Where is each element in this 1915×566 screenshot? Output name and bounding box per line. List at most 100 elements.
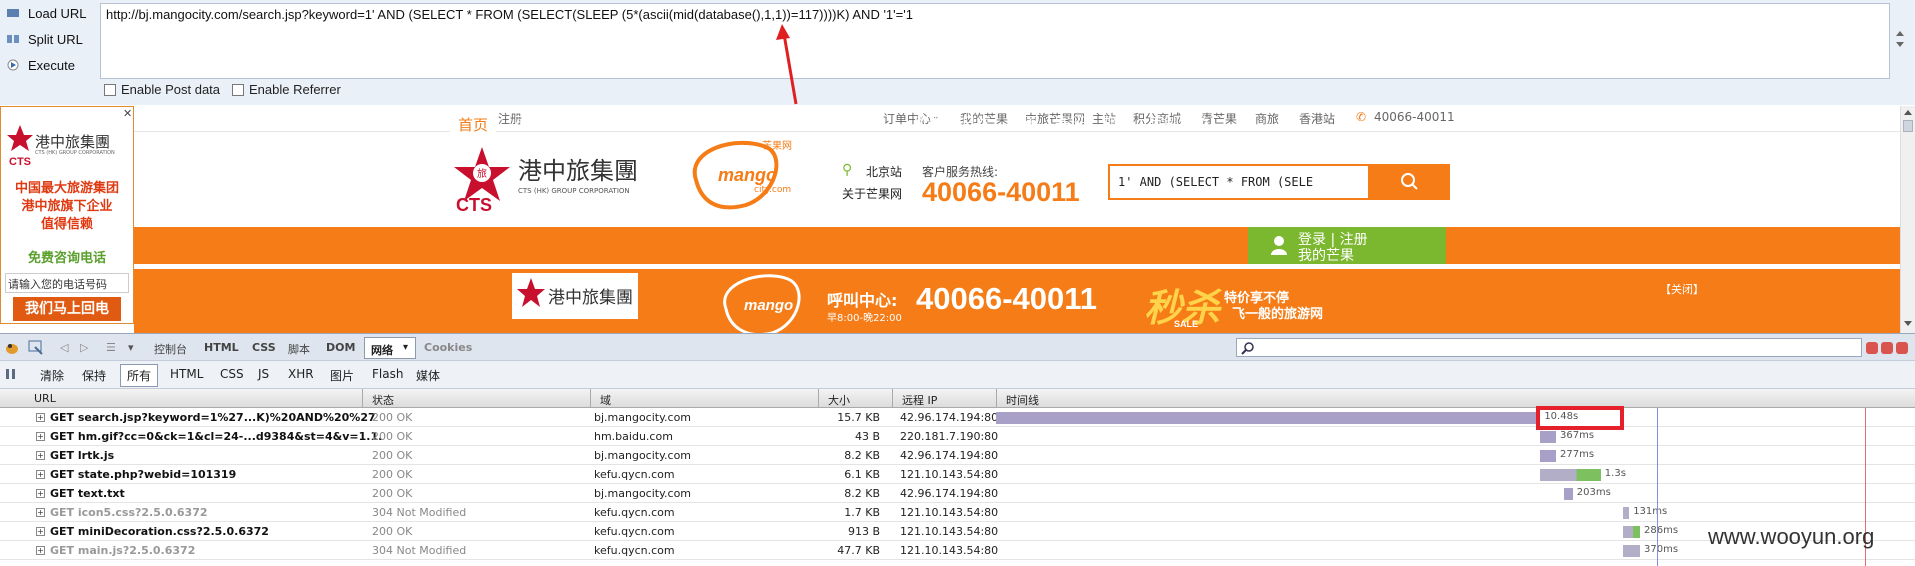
firebug-search-input[interactable]: [1236, 338, 1862, 357]
menu-japan[interactable]: 日本: [961, 105, 991, 142]
detach-icon[interactable]: [1881, 342, 1893, 354]
execute-button[interactable]: Execute: [0, 53, 96, 77]
filter-html-button[interactable]: HTML: [170, 367, 203, 381]
expand-icon[interactable]: +: [36, 546, 45, 555]
expand-icon[interactable]: +: [36, 451, 45, 460]
load-url-button[interactable]: Load URL: [0, 1, 96, 25]
expand-icon[interactable]: +: [36, 432, 45, 441]
tab-html[interactable]: HTML: [204, 341, 239, 354]
col-size[interactable]: 大小: [828, 392, 850, 408]
tab-cookies[interactable]: Cookies: [424, 341, 472, 354]
banner-slogan-2: 飞一般的旅游网: [1232, 307, 1324, 322]
enable-post-checkbox[interactable]: Enable Post data: [104, 82, 220, 97]
scroll-thumb[interactable]: [1903, 120, 1913, 132]
enable-referrer-checkbox[interactable]: Enable Referrer: [232, 82, 341, 97]
minimize-icon[interactable]: [1866, 342, 1878, 354]
filter-all-button[interactable]: 所有: [120, 364, 159, 387]
request-size: 1.7 KB: [844, 506, 880, 519]
tab-script[interactable]: 脚本: [288, 341, 310, 357]
timeline-bar: [996, 412, 1541, 424]
column-divider[interactable]: [362, 389, 363, 408]
menu-europe[interactable]: 欧洲: [914, 105, 944, 142]
table-row[interactable]: + GET hm.gif?cc=0&ck=1&cl=24-...d9384&st=…: [0, 427, 1915, 446]
column-divider[interactable]: [590, 389, 591, 408]
menu-usa[interactable]: 美国: [1008, 105, 1038, 142]
dropdown-icon[interactable]: ▾: [128, 341, 134, 354]
split-url-button[interactable]: Split URL: [0, 27, 96, 51]
clear-button[interactable]: 清除: [40, 367, 64, 384]
close-icon[interactable]: [1896, 342, 1908, 354]
url-textarea[interactable]: http://bj.mangocity.com/search.jsp?keywo…: [100, 3, 1890, 79]
page-scrollbar[interactable]: [1900, 106, 1915, 334]
col-url[interactable]: URL: [34, 392, 56, 405]
close-icon[interactable]: ✕: [123, 107, 132, 120]
col-timeline[interactable]: 时间线: [1006, 392, 1039, 408]
login-box[interactable]: 登录 | 注册 我的芒果: [1248, 227, 1446, 264]
column-divider[interactable]: [996, 389, 997, 408]
tab-network[interactable]: 网络 ▾: [364, 337, 416, 359]
filter-flash-button[interactable]: Flash: [372, 367, 403, 381]
pause-icon[interactable]: [4, 367, 18, 381]
tab-css[interactable]: CSS: [252, 341, 276, 354]
sidebar-phone-input[interactable]: 请输入您的电话号码: [5, 273, 129, 293]
expand-icon[interactable]: +: [36, 527, 45, 536]
menu-cruise[interactable]: 邮轮: [1102, 105, 1132, 142]
menu-outbound[interactable]: 出境旅游: [602, 105, 662, 142]
table-row[interactable]: + GET lrtk.js 200 OK bj.mangocity.com 8.2 KB…: [0, 446, 1915, 465]
inspect-icon[interactable]: [28, 340, 44, 356]
scroll-down-icon[interactable]: [1903, 320, 1913, 328]
menu-nearby[interactable]: 周边旅游: [691, 105, 751, 142]
filter-images-button[interactable]: 图片: [330, 367, 354, 384]
filter-xhr-button[interactable]: XHR: [288, 367, 314, 381]
checkbox-box[interactable]: [232, 83, 244, 96]
column-divider[interactable]: [818, 389, 819, 408]
forward-icon[interactable]: ▷: [80, 341, 88, 354]
table-row[interactable]: + GET text.txt 200 OK bj.mangocity.com 8.2 K…: [0, 484, 1915, 503]
persist-button[interactable]: 保持: [82, 367, 106, 384]
menu-visa[interactable]: 出国签证: [780, 105, 840, 142]
filter-css-button[interactable]: CSS: [220, 367, 244, 381]
search-button[interactable]: [1370, 164, 1450, 200]
col-status[interactable]: 状态: [372, 392, 394, 408]
table-row[interactable]: + GET search.jsp?keyword=1%27...K)%20AND%…: [0, 408, 1915, 427]
about-link[interactable]: 关于芒果网: [842, 185, 902, 202]
table-row[interactable]: + GET miniDecoration.css?2.5.0.6372 200 OK…: [0, 522, 1915, 541]
checkbox-box[interactable]: [104, 83, 116, 96]
cts-logo[interactable]: 旅 CTS 港中旅集團 CTS (HK) GROUP CORPORATION: [452, 143, 642, 215]
search-input[interactable]: 1' AND (SELECT * FROM (SELECT(SLEE: [1118, 175, 1314, 189]
filter-media-button[interactable]: 媒体: [416, 367, 440, 384]
table-row[interactable]: + GET icon5.css?2.5.0.6372 304 Not Modifie…: [0, 503, 1915, 522]
menu-icon[interactable]: ☰: [106, 341, 116, 354]
sidebar-logo-text: 港中旅集團: [35, 133, 111, 151]
timeline-duration: 1.3s: [1604, 468, 1626, 479]
search-icon: [1241, 342, 1254, 355]
expand-icon[interactable]: +: [36, 413, 45, 422]
business-travel-link[interactable]: 商旅: [1255, 110, 1279, 127]
tab-dom[interactable]: DOM: [326, 341, 355, 354]
table-row[interactable]: + GET main.js?2.5.0.6372 304 Not Modified k…: [0, 541, 1915, 560]
callback-button[interactable]: 我们马上回电: [13, 297, 121, 321]
scroll-up-icon[interactable]: [1903, 108, 1913, 116]
hongkong-link[interactable]: 香港站: [1299, 110, 1335, 127]
city-selector[interactable]: 北京站: [866, 163, 902, 180]
expand-icon[interactable]: +: [36, 508, 45, 517]
tab-console[interactable]: 控制台: [154, 341, 187, 357]
table-row[interactable]: + GET state.php?webid=101319 200 OK kefu.qy…: [0, 465, 1915, 484]
menu-home[interactable]: 首页: [450, 109, 497, 142]
col-remote-ip[interactable]: 远程 IP: [902, 392, 937, 408]
expand-icon[interactable]: +: [36, 489, 45, 498]
back-icon[interactable]: ◁: [60, 341, 68, 354]
menu-custom[interactable]: 定制旅游: [1149, 105, 1209, 142]
request-size: 8.2 KB: [844, 449, 880, 462]
my-mango-text[interactable]: 我的芒果: [1298, 245, 1354, 265]
expand-icon[interactable]: +: [36, 470, 45, 479]
column-divider[interactable]: [892, 389, 893, 408]
menu-saipan[interactable]: 塞班: [1055, 105, 1085, 142]
col-domain[interactable]: 域: [600, 392, 611, 408]
mango-logo[interactable]: 芒果网 mango city.com: [676, 135, 806, 213]
filter-js-button[interactable]: JS: [258, 367, 269, 381]
menu-domestic[interactable]: 国内旅游: [514, 105, 574, 142]
firebug-icon[interactable]: [4, 340, 20, 356]
banner-close-link[interactable]: 【关闭】: [1660, 281, 1704, 297]
promo-banner[interactable]: 港中旅集團 mango 呼叫中心: 早8:00-晚22:00 40066-400…: [134, 269, 1900, 339]
